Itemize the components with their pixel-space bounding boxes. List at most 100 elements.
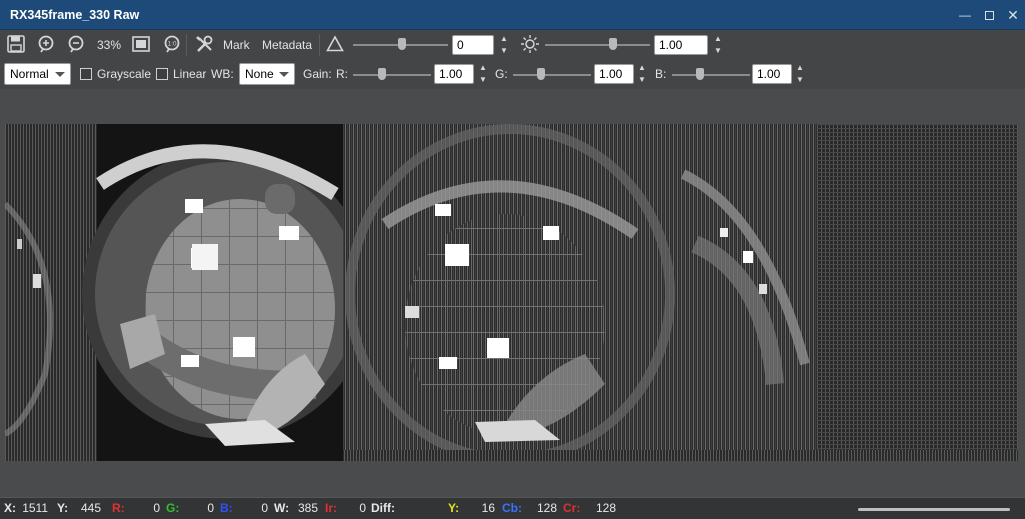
contrast-slider-thumb[interactable] bbox=[398, 38, 406, 50]
contrast-input[interactable]: 0 bbox=[452, 35, 494, 55]
spin-up-icon[interactable]: ▲ bbox=[638, 63, 646, 73]
status-w-value: 385 bbox=[297, 501, 318, 515]
gain-r-slider-track[interactable] bbox=[353, 74, 431, 76]
status-cr-label: Cr: bbox=[563, 501, 581, 515]
maximize-button[interactable] bbox=[977, 0, 1001, 30]
fit-button[interactable] bbox=[131, 34, 151, 54]
linear-label: Linear bbox=[173, 67, 207, 81]
gain-b-label: B: bbox=[655, 67, 667, 81]
status-b-label: B: bbox=[220, 501, 233, 515]
brightness-slider-thumb[interactable] bbox=[609, 38, 617, 50]
gain-g-spinner[interactable]: ▲ ▼ bbox=[637, 63, 647, 85]
spin-up-icon[interactable]: ▲ bbox=[796, 63, 804, 73]
tools-icon bbox=[196, 35, 213, 52]
toolbar-separator bbox=[186, 34, 187, 56]
chevron-down-icon bbox=[55, 72, 65, 77]
gain-b-spinner[interactable]: ▲ ▼ bbox=[795, 63, 805, 85]
zoom-in-icon bbox=[38, 35, 54, 53]
spin-down-icon[interactable]: ▼ bbox=[796, 75, 804, 85]
raw-image[interactable] bbox=[5, 124, 1018, 461]
status-w-label: W: bbox=[274, 501, 290, 515]
mode-select-value: Normal bbox=[10, 67, 49, 81]
linear-checkbox[interactable] bbox=[156, 68, 168, 80]
status-ir-label: Ir: bbox=[325, 501, 337, 515]
svg-text:1:0: 1:0 bbox=[167, 41, 176, 48]
save-button[interactable] bbox=[6, 34, 26, 54]
tools-button[interactable] bbox=[194, 34, 216, 54]
mark-button[interactable]: Mark bbox=[223, 37, 250, 53]
brightness-slider-track[interactable] bbox=[545, 44, 650, 46]
gain-g-slider-thumb[interactable] bbox=[537, 68, 545, 80]
metadata-button[interactable]: Metadata bbox=[262, 37, 312, 53]
spin-down-icon[interactable]: ▼ bbox=[479, 75, 487, 85]
status-x-value: 1511 bbox=[22, 501, 48, 515]
horizontal-scrollbar[interactable] bbox=[858, 508, 1010, 511]
window-title: RX345frame_330 Raw bbox=[10, 7, 140, 22]
gain-r-spinner[interactable]: ▲ ▼ bbox=[478, 63, 488, 85]
grayscale-checkbox[interactable] bbox=[80, 68, 92, 80]
gain-b-input[interactable]: 1.00 bbox=[752, 64, 792, 84]
status-x-label: X: bbox=[4, 501, 16, 515]
actual-size-button[interactable]: 1:0 bbox=[162, 34, 182, 54]
minimize-button[interactable]: — bbox=[953, 0, 977, 30]
status-cb-value: 128 bbox=[536, 501, 557, 515]
wb-label: WB: bbox=[211, 67, 234, 81]
adjust-toolbar: Normal Grayscale Linear WB: None Gain: R… bbox=[0, 59, 1025, 89]
gain-r-label: R: bbox=[336, 67, 348, 81]
spin-down-icon[interactable]: ▼ bbox=[500, 46, 508, 56]
close-icon: ✕ bbox=[1007, 6, 1019, 23]
brightness-icon bbox=[521, 35, 539, 53]
main-toolbar: 33% 1:0 Mark Metadata 0 ▲ ▼ 1.00 ▲ ▼ bbox=[0, 30, 1025, 59]
spin-up-icon[interactable]: ▲ bbox=[714, 34, 722, 44]
save-icon bbox=[7, 35, 25, 53]
mode-select[interactable]: Normal bbox=[4, 63, 71, 85]
actual-size-icon: 1:0 bbox=[164, 35, 180, 53]
status-ir-value: 0 bbox=[359, 501, 366, 515]
brightness-icon-wrap bbox=[520, 34, 540, 54]
status-b-value: 0 bbox=[261, 501, 268, 515]
status-cb-label: Cb: bbox=[502, 501, 522, 515]
status-luma-label: Y: bbox=[448, 501, 460, 515]
gain-g-slider-track[interactable] bbox=[513, 74, 591, 76]
minimize-icon: — bbox=[959, 8, 971, 22]
wb-select-value: None bbox=[245, 67, 274, 81]
grayscale-label: Grayscale bbox=[97, 67, 152, 81]
gain-r-slider-thumb[interactable] bbox=[378, 68, 386, 80]
title-bar: RX345frame_330 Raw — ✕ bbox=[0, 0, 1025, 30]
contrast-icon bbox=[326, 35, 344, 52]
spin-down-icon[interactable]: ▼ bbox=[638, 75, 646, 85]
gain-label: Gain: bbox=[303, 67, 332, 81]
gain-r-input[interactable]: 1.00 bbox=[434, 64, 474, 84]
status-g-label: G: bbox=[166, 501, 180, 515]
status-cr-value: 128 bbox=[595, 501, 616, 515]
status-y-value: 445 bbox=[80, 501, 101, 515]
raw-frame-image bbox=[5, 124, 1018, 461]
zoom-out-button[interactable] bbox=[66, 34, 86, 54]
zoom-out-icon bbox=[68, 35, 84, 53]
spin-down-icon[interactable]: ▼ bbox=[714, 46, 722, 56]
gain-g-label: G: bbox=[495, 67, 508, 81]
maximize-icon bbox=[984, 10, 994, 20]
brightness-spinner[interactable]: ▲ ▼ bbox=[713, 34, 723, 56]
contrast-spinner[interactable]: ▲ ▼ bbox=[499, 34, 509, 56]
zoom-level: 33% bbox=[97, 38, 122, 52]
zoom-in-button[interactable] bbox=[36, 34, 56, 54]
spin-up-icon[interactable]: ▲ bbox=[479, 63, 487, 73]
status-g-value: 0 bbox=[207, 501, 214, 515]
close-button[interactable]: ✕ bbox=[1001, 0, 1025, 30]
gain-g-input[interactable]: 1.00 bbox=[594, 64, 634, 84]
fit-icon bbox=[132, 36, 150, 52]
spin-up-icon[interactable]: ▲ bbox=[500, 34, 508, 44]
gain-b-slider-thumb[interactable] bbox=[696, 68, 704, 80]
wb-select[interactable]: None bbox=[239, 63, 295, 85]
status-y-label: Y: bbox=[57, 501, 69, 515]
status-diff-label: Diff: bbox=[371, 501, 395, 515]
brightness-input[interactable]: 1.00 bbox=[654, 35, 708, 55]
vertical-scrollbar[interactable] bbox=[1000, 89, 1025, 122]
status-r-value: 0 bbox=[153, 501, 160, 515]
status-luma-value: 16 bbox=[481, 501, 495, 515]
contrast-icon-wrap bbox=[325, 34, 345, 54]
toolbar-separator bbox=[319, 34, 320, 56]
gain-b-slider-track[interactable] bbox=[672, 74, 750, 76]
status-r-label: R: bbox=[112, 501, 125, 515]
